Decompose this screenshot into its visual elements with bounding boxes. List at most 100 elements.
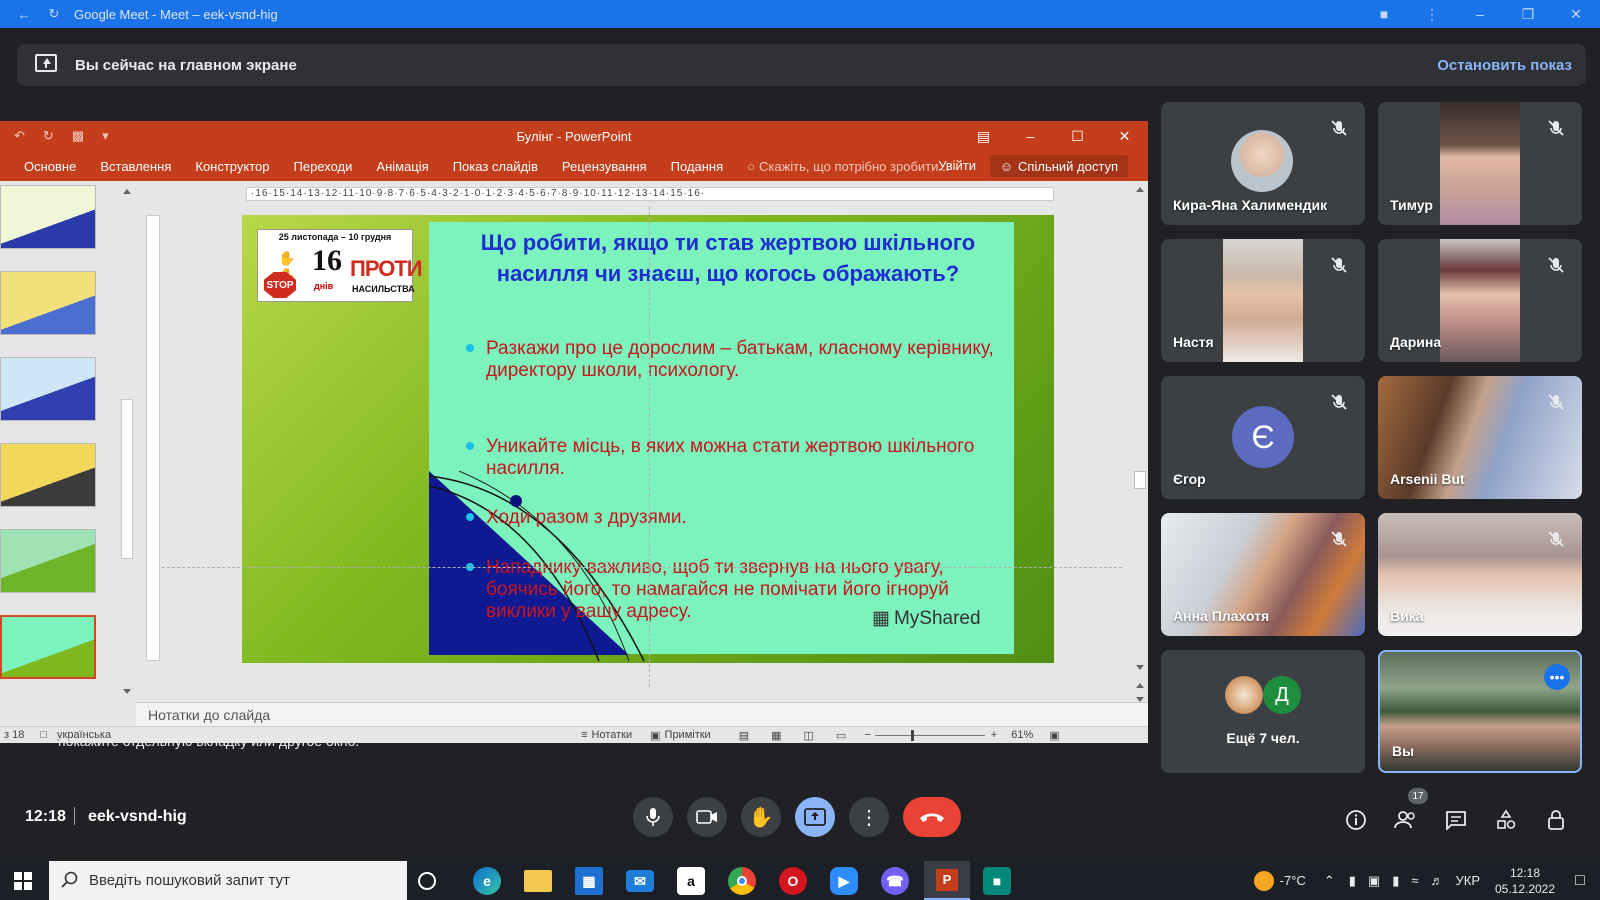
current-slide[interactable]: 25 листопада – 10 грудня ✋✋ STOP 16 днів… [242,215,1054,663]
chevron-up-icon[interactable]: ⌃ [1324,873,1335,889]
weather-icon[interactable] [1253,870,1274,891]
stop-presenting-button[interactable]: Остановить показ [1437,57,1572,74]
windows-start-icon[interactable] [14,872,32,890]
slide-thumbnail[interactable] [0,443,96,507]
slide-thumbnail[interactable] [0,357,96,421]
tab-insert[interactable]: Вставлення [100,159,171,174]
camera-button[interactable] [687,797,727,837]
back-arrow-icon[interactable]: ← [14,4,34,24]
thumbnails-scrollbar[interactable] [120,181,134,701]
weather-temp[interactable]: -7°C [1280,873,1306,888]
self-view-tile[interactable]: ••• Вы [1378,650,1582,773]
zoom-slider[interactable] [874,729,985,741]
present-from-start-icon[interactable]: ▩ [72,128,84,144]
keyboard-language[interactable]: УКР [1455,873,1480,888]
cortana-icon[interactable] [418,872,436,890]
ppt-close-icon[interactable]: ✕ [1101,121,1148,151]
participant-tile[interactable]: Анна Плахотя [1161,513,1365,636]
microphone-tray-icon[interactable]: ▮ [1349,873,1356,889]
slide-thumbnail[interactable] [0,185,96,249]
powerpoint-taskbar-button[interactable]: P [924,861,970,900]
taskbar-search[interactable]: Введіть пошуковий запит тут [49,861,407,900]
zoom-level[interactable]: 61% [1011,729,1033,741]
ppt-maximize-icon[interactable]: ☐ [1054,121,1101,151]
more-options-icon[interactable]: ••• [1544,664,1570,690]
meet-app-icon[interactable]: ■ [983,867,1011,895]
comments-button[interactable]: Примітки [665,729,711,741]
zoom-slider-handle[interactable] [910,729,914,741]
close-icon[interactable]: ✕ [1552,6,1600,23]
raise-hand-button[interactable]: ✋ [741,797,781,837]
zoom-in-icon[interactable]: + [991,729,997,741]
tab-animations[interactable]: Анімація [376,159,428,174]
editor-scrollbar[interactable] [1132,181,1148,702]
notes-toggle-button[interactable]: Нотатки [592,729,633,741]
chat-button[interactable] [1444,808,1468,832]
zoom-out-icon[interactable]: − [864,729,870,741]
login-button[interactable]: Увійти [938,158,976,173]
reading-view-icon[interactable]: ◫ [804,729,814,742]
microphone-button[interactable] [633,797,673,837]
camera-icon[interactable]: ■ [1360,6,1408,22]
people-button[interactable] [1394,808,1418,832]
mail-icon[interactable]: ✉ [626,870,654,892]
minimize-icon[interactable]: – [1456,6,1504,22]
edge-icon[interactable]: e [473,867,501,895]
taskbar-clock[interactable]: 12:18 05.12.2022 [1490,865,1560,897]
slide-thumbnail[interactable] [0,271,96,335]
tab-slideshow[interactable]: Показ слайдів [453,159,538,174]
participant-tile[interactable]: Кира-Яна Халимендик [1161,102,1365,225]
participant-tile[interactable]: Вика [1378,513,1582,636]
activities-button[interactable] [1494,808,1518,832]
present-now-button[interactable] [795,797,835,837]
scroll-up-icon[interactable] [1136,187,1144,192]
tab-home[interactable]: Основне [24,159,76,174]
participant-tile[interactable]: Arsenii But [1378,376,1582,499]
spellcheck-icon[interactable]: □ [40,729,47,741]
participant-tile[interactable]: Є Єгор [1161,376,1365,499]
redo-icon[interactable]: ↻ [43,128,54,144]
tab-view[interactable]: Подання [671,159,724,174]
leave-call-button[interactable] [903,797,961,837]
scrollbar-thumb[interactable] [121,399,133,559]
previous-slide-icon[interactable] [1136,683,1144,688]
normal-view-icon[interactable]: ▤ [739,729,749,742]
chrome-icon[interactable] [728,867,756,895]
tab-design[interactable]: Конструктор [195,159,269,174]
ppt-minimize-icon[interactable]: – [1007,121,1054,151]
wifi-icon[interactable]: ≈ [1411,873,1418,888]
file-explorer-icon[interactable] [524,870,552,892]
volume-icon[interactable]: ♬ [1430,873,1443,888]
battery-icon[interactable]: ▮ [1392,873,1399,889]
participant-tile[interactable]: Настя [1161,239,1365,362]
reload-icon[interactable]: ↻ [44,4,64,24]
slide-thumbnail[interactable] [0,529,96,593]
meeting-details-button[interactable] [1344,808,1368,832]
undo-icon[interactable]: ↶ [14,128,25,144]
share-button[interactable]: ☺ Спільний доступ [989,155,1128,177]
scroll-down-icon[interactable] [1136,665,1144,670]
scroll-down-icon[interactable] [123,689,131,694]
slide-sorter-icon[interactable]: ▦ [771,729,781,742]
fit-slide-icon[interactable]: ▣ [1049,729,1059,742]
tell-me-box[interactable]: ○ Скажіть, що потрібно зробити... [747,159,949,174]
meet-tray-icon[interactable]: ▣ [1368,873,1380,889]
host-controls-button[interactable] [1544,808,1568,832]
amazon-icon[interactable]: a [677,867,705,895]
store-icon[interactable]: ▦ [575,867,603,895]
ribbon-display-icon[interactable]: ▤ [960,121,1007,151]
slide-thumbnail-selected[interactable] [0,615,96,679]
more-options-button[interactable]: ⋮ [849,797,889,837]
customize-toolbar-icon[interactable]: ▾ [102,128,109,144]
participant-tile[interactable]: Тимур [1378,102,1582,225]
scroll-up-icon[interactable] [123,189,131,194]
notes-pane[interactable]: Нотатки до слайда [136,702,1148,726]
kebab-menu-icon[interactable]: ⋮ [1408,6,1456,23]
slideshow-icon[interactable]: ▭ [836,729,846,742]
more-participants-tile[interactable]: Д Ещё 7 чел. [1161,650,1365,773]
notifications-icon[interactable]: □ [1560,872,1600,890]
scrollbar-thumb[interactable] [1134,471,1146,489]
zoom-icon[interactable]: ▶ [830,867,858,895]
opera-icon[interactable]: O [779,867,807,895]
maximize-icon[interactable]: ❐ [1504,6,1552,23]
